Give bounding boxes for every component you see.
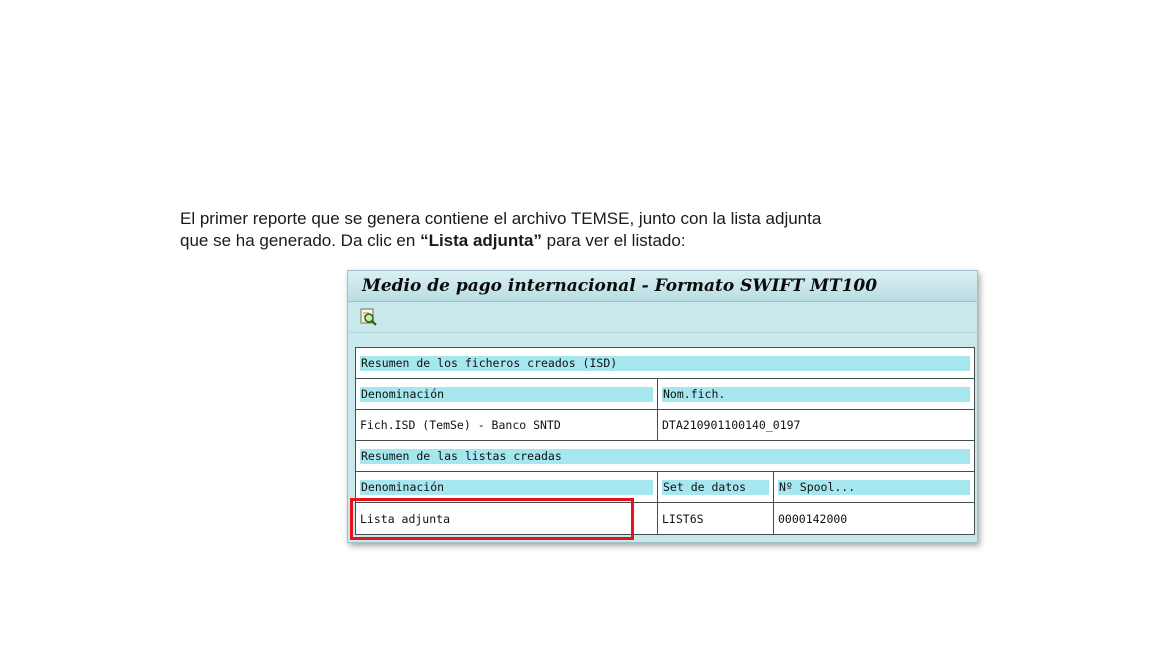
files-section-title: Resumen de los ficheros creados (ISD) bbox=[360, 355, 970, 371]
instructions-line-2: que se ha generado. Da clic en “Lista ad… bbox=[180, 230, 980, 252]
instructions-line-2-end: para ver el listado: bbox=[541, 231, 686, 250]
lists-header-cell-dataset: Set de datos bbox=[658, 472, 774, 502]
sap-report-window: Medio de pago internacional - Formato SW… bbox=[347, 270, 978, 543]
lists-header-name: Denominación bbox=[360, 479, 653, 495]
file-name[interactable]: DTA210901100140_0197 bbox=[658, 410, 974, 440]
lists-header-cell-spool: Nº Spool... bbox=[774, 472, 974, 502]
files-header-cell-name: Denominación bbox=[356, 379, 658, 409]
lists-section-title: Resumen de las listas creadas bbox=[360, 448, 970, 464]
files-column-headers: Denominación Nom.fich. bbox=[356, 379, 974, 410]
table-row[interactable]: Fich.ISD (TemSe) - Banco SNTD DTA2109011… bbox=[356, 410, 974, 441]
lista-adjunta-link[interactable]: Lista adjunta bbox=[356, 503, 658, 534]
lists-column-headers: Denominación Set de datos Nº Spool... bbox=[356, 472, 974, 503]
file-denominacion[interactable]: Fich.ISD (TemSe) - Banco SNTD bbox=[356, 410, 658, 440]
instructions-text: El primer reporte que se genera contiene… bbox=[180, 208, 980, 252]
summary-table: Resumen de los ficheros creados (ISD) De… bbox=[355, 347, 975, 535]
files-header-file: Nom.fich. bbox=[662, 386, 970, 402]
files-header-name: Denominación bbox=[360, 386, 653, 402]
lists-header-dataset: Set de datos bbox=[662, 479, 769, 495]
lists-header-spool: Nº Spool... bbox=[778, 479, 970, 495]
instructions-line-1: El primer reporte que se genera contiene… bbox=[180, 209, 822, 228]
application-toolbar bbox=[348, 302, 977, 333]
window-title: Medio de pago internacional - Formato SW… bbox=[348, 271, 977, 302]
detail-magnifier-icon[interactable] bbox=[360, 308, 378, 326]
lists-section-header: Resumen de las listas creadas bbox=[356, 441, 974, 472]
files-header-cell-file: Nom.fich. bbox=[658, 379, 974, 409]
files-section-header: Resumen de los ficheros creados (ISD) bbox=[356, 348, 974, 379]
lists-header-cell-name: Denominación bbox=[356, 472, 658, 502]
list-dataset[interactable]: LIST6S bbox=[658, 503, 774, 534]
instructions-bold-label: “Lista adjunta” bbox=[420, 231, 542, 250]
lists-section-title-cell: Resumen de las listas creadas bbox=[356, 441, 974, 471]
table-row[interactable]: Lista adjunta LIST6S 0000142000 bbox=[356, 503, 974, 534]
list-spool-number[interactable]: 0000142000 bbox=[774, 503, 974, 534]
instructions-line-2-start: que se ha generado. Da clic en bbox=[180, 231, 421, 250]
files-section-title-cell: Resumen de los ficheros creados (ISD) bbox=[356, 348, 974, 378]
